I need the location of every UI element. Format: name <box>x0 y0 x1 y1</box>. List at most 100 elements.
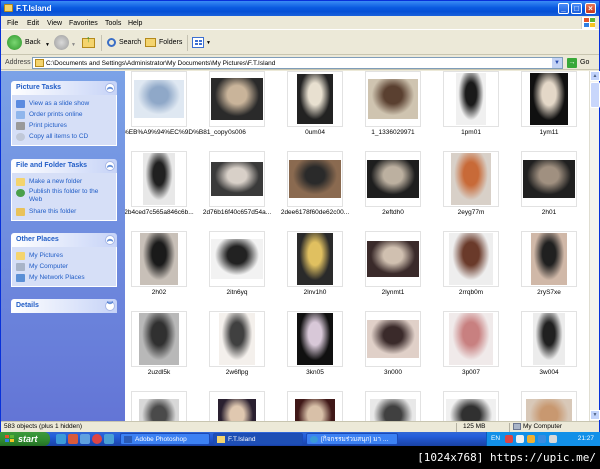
back-dropdown-icon[interactable]: ▼ <box>45 42 50 48</box>
address-dropdown-icon[interactable]: ▼ <box>552 58 562 68</box>
close-button[interactable]: × <box>585 3 596 14</box>
up-folder-button[interactable]: ↑ <box>81 35 96 51</box>
go-button[interactable]: → Go <box>567 57 597 69</box>
thumbnail-frame <box>443 311 499 367</box>
picture-tasks-header[interactable]: Picture Tasks ︽ <box>11 81 117 95</box>
language-indicator[interactable]: EN <box>491 432 500 446</box>
details-header[interactable]: Details ︾ <box>11 299 117 313</box>
system-tray: EN 21:27 <box>486 432 600 446</box>
thumbnail-frame <box>521 151 577 207</box>
file-name: 2dee6178f60de62c00... <box>280 209 350 216</box>
file-folder-tasks-panel: File and Folder Tasks ︽ Make a new folde… <box>11 159 117 221</box>
media-quicklaunch-icon[interactable] <box>104 434 114 444</box>
thumbnail-image <box>449 313 493 365</box>
taskbar-browser[interactable]: [กิจกรรมร่วมสนุก] มา ... <box>306 433 398 445</box>
taskbar-photoshop[interactable]: Adobe Photoshop <box>120 433 210 445</box>
views-icon <box>192 37 204 48</box>
status-location: My Computer <box>523 423 563 430</box>
status-object-count: 583 objects (plus 1 hidden) <box>4 423 83 430</box>
menu-favorites[interactable]: Favorites <box>69 19 98 28</box>
folders-button[interactable]: Folders <box>145 35 183 51</box>
thumbnail-image <box>367 241 419 277</box>
menu-view[interactable]: View <box>47 19 62 28</box>
opera-quicklaunch-icon[interactable] <box>92 434 102 444</box>
thumbnail-image <box>456 73 486 125</box>
thumbnail-frame <box>209 391 265 421</box>
tray-icon[interactable] <box>538 435 546 443</box>
thumbnail-frame <box>287 311 343 367</box>
thumbnail-image <box>451 153 491 205</box>
address-path: C:\Documents and Settings\Administrator\… <box>46 60 276 67</box>
task-pane: Picture Tasks ︽ View as a slide show Ord… <box>1 71 125 421</box>
collapse-chevron-icon[interactable]: ︽ <box>105 235 115 245</box>
firefox-quicklaunch-icon[interactable] <box>68 434 78 444</box>
tray-icon[interactable] <box>516 435 524 443</box>
task-print-pictures[interactable]: Print pictures <box>16 120 112 131</box>
tray-icon[interactable] <box>527 435 535 443</box>
thumbnail-frame <box>365 391 421 421</box>
scroll-thumb[interactable] <box>590 82 600 108</box>
clock: 21:27 <box>577 435 594 442</box>
toolbar-separator <box>101 35 102 51</box>
place-network[interactable]: My Network Places <box>16 272 112 283</box>
scroll-up-icon[interactable]: ▲ <box>590 71 600 81</box>
thumbnail-image <box>219 313 255 365</box>
collapse-chevron-icon[interactable]: ︽ <box>105 83 115 93</box>
thumbnail-image <box>449 233 493 285</box>
thumbnail-frame <box>131 151 187 207</box>
collapse-chevron-icon[interactable]: ︽ <box>105 161 115 171</box>
ie-quicklaunch-icon[interactable] <box>56 434 66 444</box>
browser-icon <box>310 436 318 443</box>
thumbnail-frame <box>209 151 265 207</box>
thumbnail-frame <box>365 311 421 367</box>
file-name: 1_1336029971 <box>371 129 415 136</box>
back-button[interactable]: Back <box>7 35 47 51</box>
start-button[interactable]: start <box>0 432 50 446</box>
volume-icon[interactable] <box>549 435 557 443</box>
forward-dropdown-icon[interactable]: ▼ <box>71 42 76 48</box>
thumbnail-image <box>211 239 263 279</box>
thumbnail-frame <box>209 311 265 367</box>
file-name: 2rrqb0m <box>458 289 484 296</box>
scroll-down-icon[interactable]: ▼ <box>590 410 600 420</box>
menu-help[interactable]: Help <box>128 19 142 28</box>
place-my-pictures[interactable]: My Pictures <box>16 250 112 261</box>
address-field[interactable]: C:\Documents and Settings\Administrator\… <box>32 57 563 69</box>
toolbar: Back ▼ ▼ ↑ Search Folders ▼ <box>1 31 599 55</box>
menu-edit[interactable]: Edit <box>27 19 39 28</box>
task-slide-show[interactable]: View as a slide show <box>16 98 112 109</box>
thumbnail-image <box>446 399 496 421</box>
desktop-quicklaunch-icon[interactable] <box>80 434 90 444</box>
search-icon <box>107 38 116 47</box>
task-publish-web[interactable]: Publish this folder to the Web <box>16 187 112 206</box>
task-new-folder[interactable]: Make a new folder <box>16 176 112 187</box>
views-button[interactable]: ▼ <box>191 35 211 51</box>
expand-chevron-icon[interactable]: ︾ <box>105 301 115 311</box>
thumbnail-frame <box>209 71 265 127</box>
thumbnail-image <box>297 313 333 365</box>
maximize-button[interactable]: □ <box>571 3 582 14</box>
thumbnail-image <box>211 162 263 196</box>
status-size: 125 MB <box>463 423 486 430</box>
search-button[interactable]: Search <box>106 35 141 51</box>
file-folder-tasks-header[interactable]: File and Folder Tasks ︽ <box>11 159 117 173</box>
thumbnail-image <box>297 233 333 285</box>
menu-tools[interactable]: Tools <box>105 19 121 28</box>
menu-file[interactable]: File <box>7 19 18 28</box>
title-bar[interactable]: F.T.Island _ □ × <box>1 1 599 16</box>
place-my-computer[interactable]: My Computer <box>16 261 112 272</box>
task-copy-to-cd[interactable]: Copy all items to CD <box>16 131 112 142</box>
task-share-folder[interactable]: Share this folder <box>16 206 112 217</box>
task-order-prints[interactable]: Order prints online <box>16 109 112 120</box>
tray-icon[interactable] <box>505 435 513 443</box>
computer-icon <box>16 263 25 271</box>
share-folder-icon <box>16 208 25 216</box>
file-name: 2itn6yq <box>226 289 248 296</box>
other-places-header[interactable]: Other Places ︽ <box>11 233 117 247</box>
minimize-button[interactable]: _ <box>558 3 569 14</box>
vertical-scrollbar[interactable]: ▲ ▼ <box>589 71 600 421</box>
new-folder-icon <box>16 178 25 186</box>
thumbnail-image <box>143 153 175 205</box>
taskbar-ft-island[interactable]: F.T.Island <box>213 433 303 445</box>
folder-icon <box>217 436 225 443</box>
